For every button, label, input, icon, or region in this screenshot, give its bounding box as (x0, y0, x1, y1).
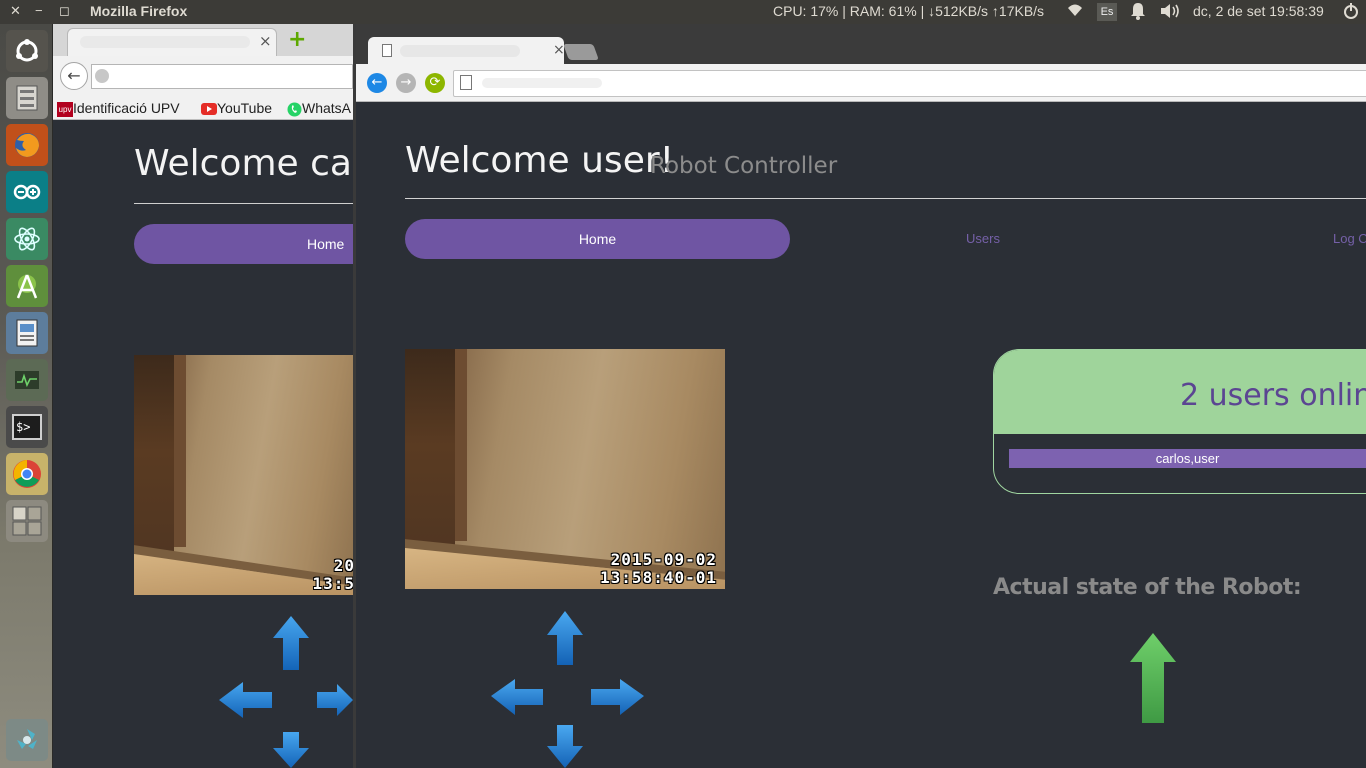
nav-home[interactable]: Home (405, 219, 790, 259)
firefox-tab-close-button[interactable]: × (259, 32, 272, 50)
chrome-window[interactable]: × ← → ⟳ Welcome user! Robot Controller H… (353, 24, 1366, 768)
launcher: $> (0, 24, 53, 768)
maximize-window-button[interactable]: ◻ (59, 3, 70, 19)
page-icon (460, 75, 472, 90)
firefox-icon[interactable] (6, 124, 48, 166)
users-online-card: 2 users online carlos,user (993, 349, 1366, 494)
arrow-up-state-icon (1130, 633, 1176, 723)
terminal-prompt: $> (12, 414, 42, 440)
close-window-button[interactable]: ✕ (10, 3, 21, 19)
page-icon (382, 44, 392, 57)
bg-direction-controls (219, 616, 353, 768)
bg-arrow-up-icon (273, 616, 309, 670)
arduino-icon[interactable] (6, 171, 48, 213)
clock[interactable]: dc, 2 de set 19:58:39 (1193, 3, 1324, 19)
active-app-title: Mozilla Firefox (90, 3, 188, 19)
bookmark-youtube-label: YouTube (217, 100, 273, 116)
camera-feed: 2015-09-02 13:58:40-01 (405, 349, 725, 589)
new-tab-button[interactable]: + (288, 27, 306, 52)
nav-logout[interactable]: Log C (1333, 219, 1366, 259)
power-icon[interactable] (1342, 2, 1360, 24)
keyboard-layout-indicator[interactable]: Es (1097, 3, 1117, 21)
workspace-switcher-icon[interactable] (6, 500, 48, 542)
firefox-tab[interactable]: × (67, 28, 277, 56)
chrome-toolbar: ← → ⟳ (356, 64, 1366, 102)
firefox-back-button[interactable]: ← (60, 62, 88, 90)
chrome-tab-strip: × (356, 24, 1366, 65)
arrow-right-icon[interactable] (591, 679, 644, 715)
firefox-url-bar[interactable] (91, 64, 353, 89)
dash-icon[interactable] (6, 30, 48, 72)
chrome-new-tab-button[interactable] (563, 44, 599, 60)
system-stats[interactable]: CPU: 17% | RAM: 61% | ↓512KB/s ↑17KB/s (773, 3, 1044, 19)
document-viewer-icon[interactable] (6, 312, 48, 354)
top-panel: ✕ − ◻ Mozilla Firefox CPU: 17% | RAM: 61… (0, 0, 1366, 24)
android-studio-icon[interactable] (6, 265, 48, 307)
minimize-window-button[interactable]: − (35, 3, 43, 18)
arrow-left-icon[interactable] (491, 679, 543, 715)
firefox-tab-bar: × + (53, 24, 353, 56)
bookmark-upv-label: Identificació UPV (73, 100, 180, 116)
users-online-header: 2 users online (994, 350, 1366, 434)
whatsapp-icon (287, 102, 302, 117)
chrome-icon[interactable] (6, 453, 48, 495)
robot-controller-page: Welcome user! Robot Controller Home User… (356, 103, 1366, 768)
chrome-back-button[interactable]: ← (367, 73, 387, 93)
bookmark-whatsapp-label: WhatsA (302, 100, 352, 116)
upv-icon: upv (57, 101, 73, 117)
system-monitor-icon[interactable] (6, 359, 48, 401)
bg-arrow-right-icon (317, 684, 353, 716)
camera-timestamp: 2015-09-02 13:58:40-01 (600, 550, 717, 587)
notification-icon[interactable] (1130, 2, 1146, 24)
wifi-icon[interactable] (1066, 2, 1084, 22)
firefox-nav-bar: ← upv Identificació UPV YouTube WhatsA (53, 56, 353, 120)
bookmark-youtube[interactable]: YouTube (201, 100, 272, 116)
bg-divider (134, 203, 353, 204)
bg-arrow-down-icon (273, 732, 309, 768)
volume-icon[interactable] (1160, 2, 1182, 24)
header-divider (405, 198, 1366, 199)
robot-state-label: Actual state of the Robot: (993, 575, 1302, 600)
arrow-up-icon[interactable] (547, 611, 583, 665)
chrome-address-bar[interactable] (453, 70, 1366, 97)
page-title: Welcome user! (405, 140, 675, 181)
terminal-icon[interactable]: $> (6, 406, 48, 448)
bg-camera-feed: 20 13:5 (134, 355, 353, 595)
page-subtitle: Robot Controller (650, 153, 838, 179)
atom-icon[interactable] (6, 218, 48, 260)
users-online-list: carlos,user (1009, 449, 1366, 468)
arrow-down-icon[interactable] (547, 725, 583, 768)
nav-users[interactable]: Users (966, 219, 1000, 259)
users-online-count: 2 users online (1180, 378, 1366, 413)
bookmark-whatsapp[interactable]: WhatsA (287, 100, 351, 117)
globe-icon (95, 69, 109, 83)
direction-controls (491, 611, 644, 768)
chrome-tab[interactable]: × (368, 37, 565, 65)
chrome-forward-button[interactable]: → (396, 73, 416, 93)
chrome-reload-button[interactable]: ⟳ (425, 73, 445, 93)
bg-arrow-left-icon (219, 682, 272, 718)
firefox-window[interactable]: × + ← upv Identificació UPV YouTube Whats… (53, 24, 399, 768)
youtube-icon (201, 103, 217, 116)
files-icon[interactable] (6, 77, 48, 119)
bookmark-upv[interactable]: upv Identificació UPV (57, 100, 180, 117)
trash-icon[interactable] (6, 719, 48, 761)
bg-camera-timestamp: 20 13:5 (312, 556, 353, 593)
bg-nav-home[interactable]: Home (134, 224, 353, 264)
